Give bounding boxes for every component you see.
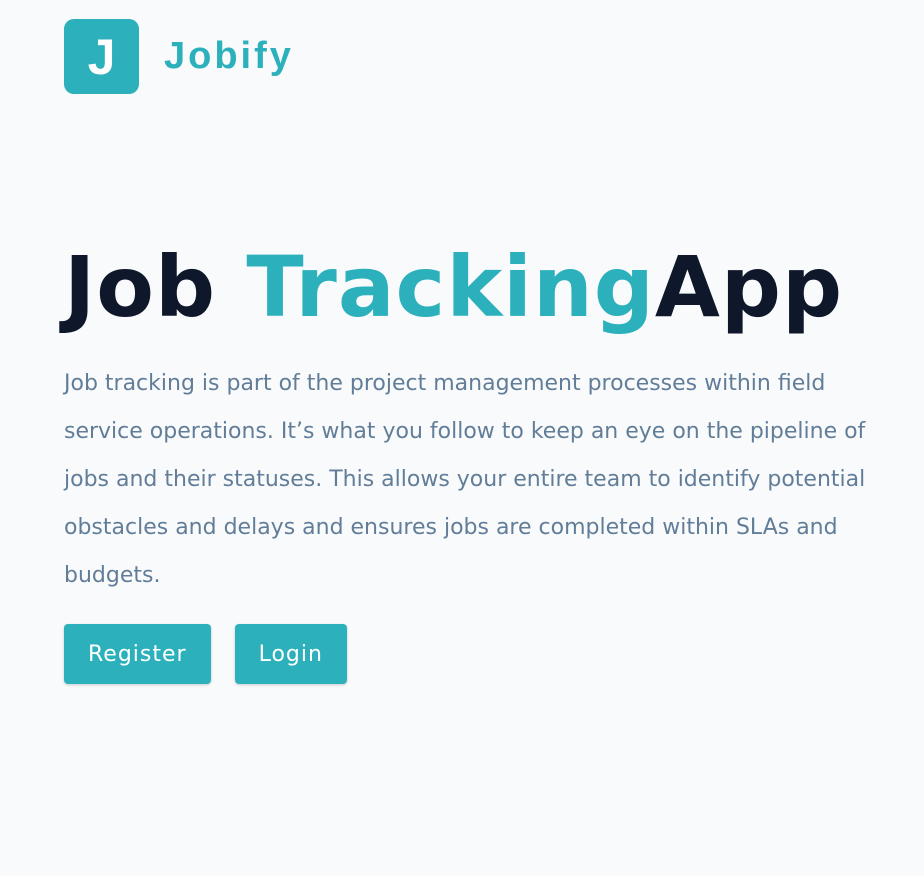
title-part-job: Job [64, 238, 247, 336]
title-part-app: App [654, 238, 844, 336]
action-buttons: Register Login [64, 624, 904, 684]
login-button[interactable]: Login [234, 624, 347, 684]
logo-icon: J [64, 19, 139, 94]
hero-description: Job tracking is part of the project mana… [64, 371, 866, 588]
brand-logo[interactable]: J Jobify [64, 19, 294, 94]
title-part-tracking: Tracking [246, 238, 655, 336]
register-button[interactable]: Register [64, 624, 211, 684]
hero-section: Job TrackingApp Job tracking is part of … [64, 232, 904, 684]
brand-name: Jobify [164, 35, 294, 77]
page-title: Job TrackingApp [64, 232, 904, 342]
